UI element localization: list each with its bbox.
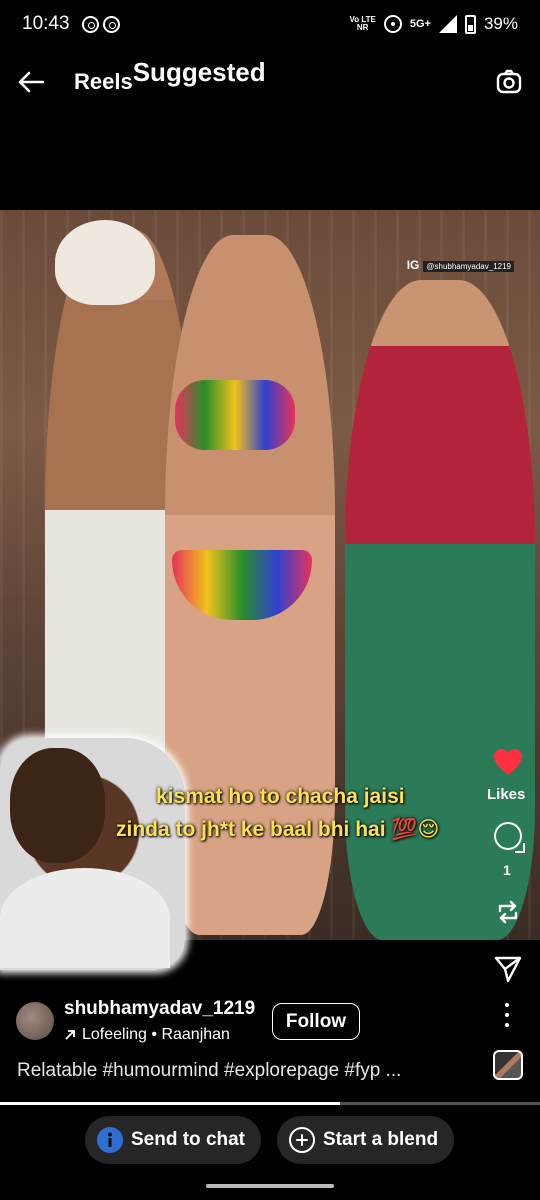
header-subtitle[interactable]: Suggested — [133, 57, 266, 88]
repost-button[interactable] — [494, 898, 522, 926]
hotspot-icon — [383, 15, 402, 33]
back-arrow-icon — [18, 71, 44, 93]
header-title: Reels — [74, 69, 133, 94]
status-right: Vo LTE NR 5G+ 39% — [349, 14, 518, 34]
reels-header: Reels Suggested — [0, 52, 540, 112]
sticker-shirt — [0, 868, 170, 968]
start-blend-button[interactable]: Start a blend — [277, 1116, 454, 1164]
follow-button[interactable]: Follow — [272, 1003, 360, 1040]
video-progress-bar[interactable] — [0, 1102, 540, 1105]
video-turban — [55, 220, 155, 305]
author-info: shubhamyadav_1219 Lofeeling • Raanjhan — [64, 998, 255, 1044]
network-type: 5G+ — [409, 18, 431, 30]
info-icon — [97, 1127, 123, 1153]
gesture-nav-handle[interactable] — [206, 1184, 334, 1188]
battery-percent: 39% — [483, 14, 518, 33]
camera-button[interactable] — [494, 67, 524, 97]
audio-title: Lofeeling • Raanjhan — [82, 1026, 230, 1043]
likes-label[interactable]: Likes — [487, 786, 525, 803]
bottom-action-bar: Send to chat Start a blend — [0, 1116, 540, 1166]
video-progress-fill — [0, 1102, 341, 1105]
watermark-handle: @shubhamyadav_1219 — [423, 261, 514, 272]
heart-icon — [494, 749, 522, 775]
video-watermark: IG @shubhamyadav_1219 — [407, 258, 514, 272]
audio-thumbnail[interactable] — [493, 1050, 523, 1080]
arrow-up-right-icon — [65, 1030, 75, 1040]
comment-count: 1 — [503, 862, 511, 878]
audio-info[interactable]: Lofeeling • Raanjhan — [64, 1026, 255, 1044]
send-to-chat-button[interactable]: Send to chat — [85, 1116, 261, 1164]
avatar[interactable] — [16, 1002, 54, 1040]
reaction-sticker — [0, 738, 185, 970]
share-icon — [494, 956, 522, 983]
more-icon — [505, 1003, 509, 1007]
repost-icon — [498, 900, 518, 924]
comment-button[interactable] — [494, 822, 525, 853]
whatsapp-icon — [81, 15, 99, 33]
back-button[interactable] — [16, 67, 46, 97]
more-icon — [505, 1013, 509, 1017]
start-blend-label: Start a blend — [323, 1129, 439, 1150]
camera-icon — [496, 69, 522, 94]
watermark-ig: IG — [406, 258, 420, 272]
status-bar: 10:43 Vo LTE NR 5G+ 39% — [0, 0, 540, 48]
author-username[interactable]: shubhamyadav_1219 — [64, 998, 255, 1020]
signal-icon — [438, 15, 457, 33]
blend-icon — [289, 1127, 315, 1153]
video-caption-line-1: kismat ho to chacha jaisi — [156, 785, 405, 808]
more-icon — [505, 1023, 509, 1027]
status-left: 10:43 — [22, 13, 120, 35]
status-time: 10:43 — [22, 13, 70, 34]
battery-icon — [464, 14, 476, 34]
whatsapp-icon — [102, 15, 120, 33]
reel-description[interactable]: Relatable #humourmind #explorepage #fyp … — [17, 1060, 401, 1082]
author-row: shubhamyadav_1219 Lofeeling • Raanjhan — [16, 998, 255, 1044]
like-button[interactable] — [493, 748, 523, 776]
video-caption-line-2: zinda to jh*t ke baal bhi hai 💯😌 — [116, 818, 440, 841]
share-button[interactable] — [494, 955, 522, 983]
video-swimwear-top — [175, 380, 295, 450]
volte-indicator: Vo LTE NR — [349, 16, 375, 32]
nr-label: NR — [356, 23, 369, 32]
sticker-face — [10, 748, 105, 863]
more-options-button[interactable] — [500, 1003, 514, 1027]
send-to-chat-label: Send to chat — [131, 1129, 246, 1150]
